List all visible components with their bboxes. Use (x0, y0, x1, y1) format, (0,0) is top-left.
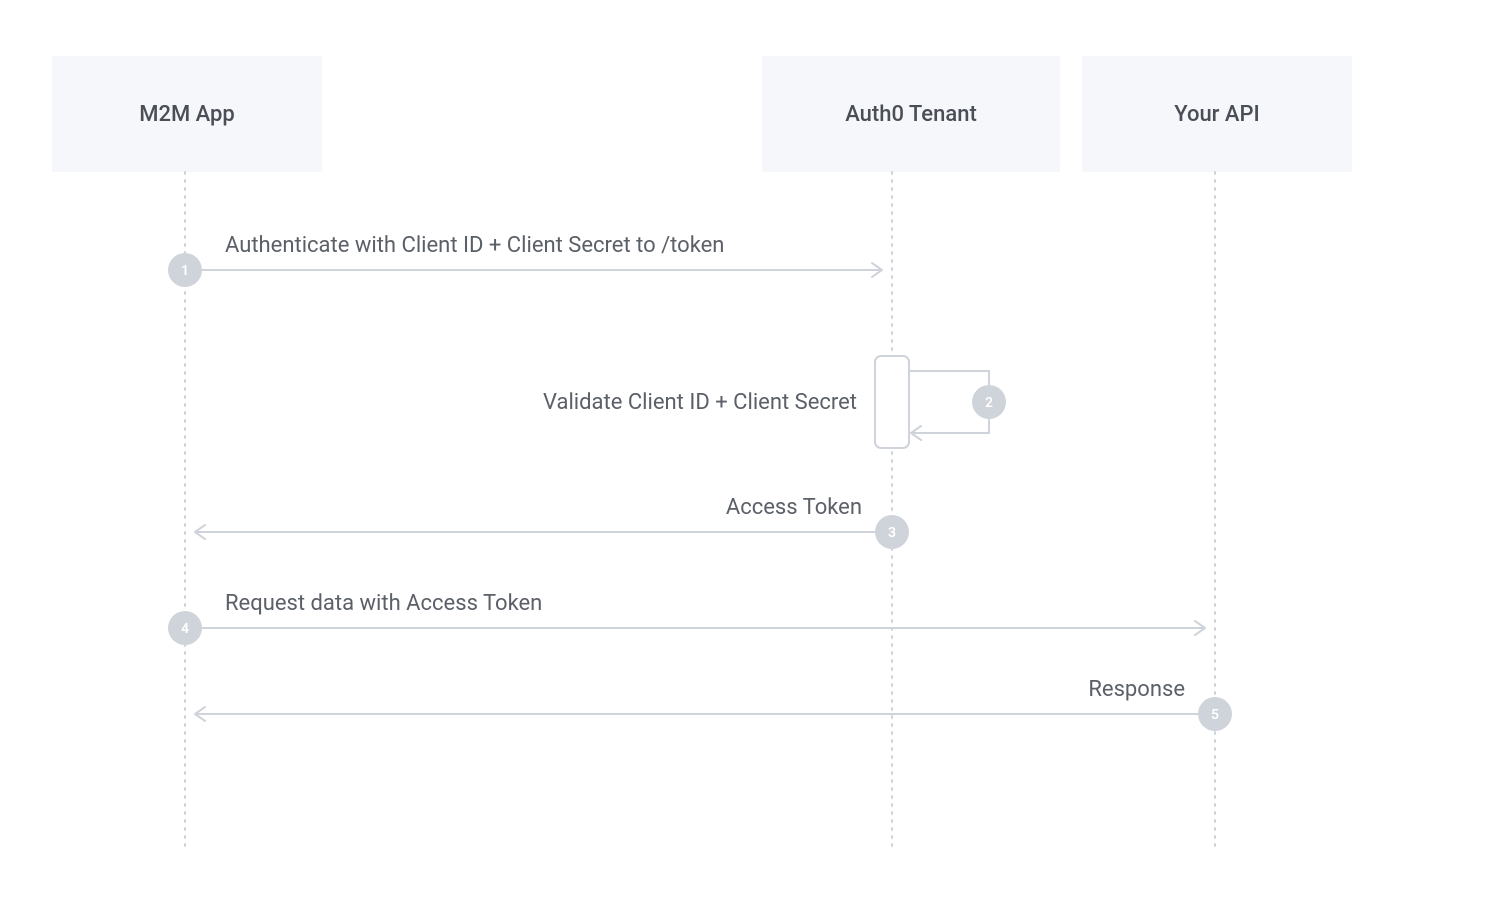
message-label: Authenticate with Client ID + Client Sec… (225, 233, 724, 258)
message-5: Response 5 (195, 677, 1232, 731)
message-label: Access Token (726, 495, 862, 520)
activation-box (875, 356, 909, 448)
step-number: 5 (1211, 707, 1219, 723)
actor-label-c: Your API (1174, 102, 1260, 127)
message-label: Response (1088, 677, 1185, 702)
step-number: 2 (985, 395, 993, 411)
message-2: Validate Client ID + Client Secret 2 (543, 356, 1006, 448)
actor-label-b: Auth0 Tenant (845, 102, 977, 127)
message-1: Authenticate with Client ID + Client Sec… (168, 233, 882, 287)
actor-label-a: M2M App (139, 102, 235, 127)
message-4: Request data with Access Token 4 (168, 591, 1205, 645)
step-number: 1 (181, 263, 189, 279)
message-label: Request data with Access Token (225, 591, 542, 616)
message-label: Validate Client ID + Client Secret (543, 390, 857, 415)
message-3: Access Token 3 (195, 495, 909, 549)
sequence-diagram: M2M App Auth0 Tenant Your API Authenticate … (0, 0, 1500, 923)
step-number: 4 (181, 621, 189, 637)
step-number: 3 (888, 525, 896, 541)
